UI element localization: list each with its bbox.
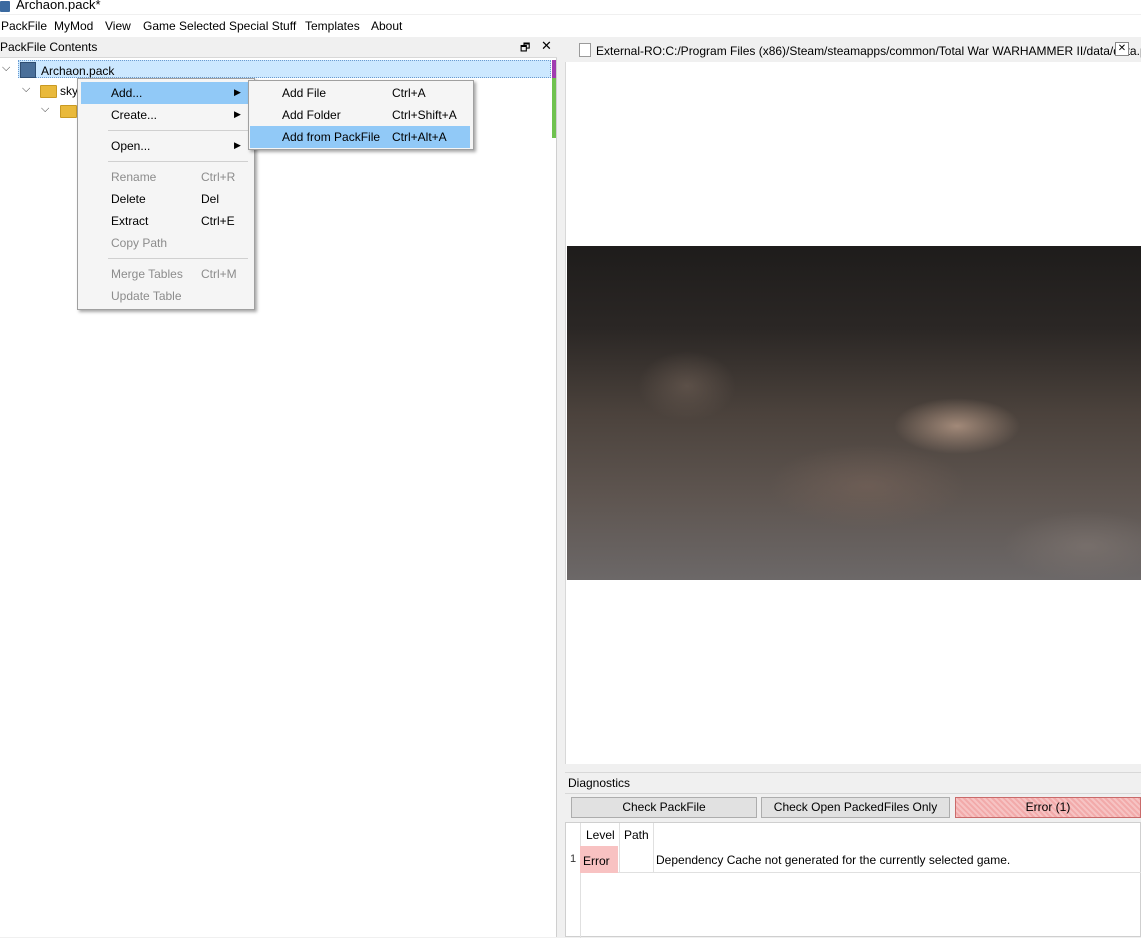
diagnostics-title: Diagnostics bbox=[568, 776, 631, 790]
pack-icon bbox=[20, 62, 36, 78]
submenu-arrow-icon: ▶ bbox=[234, 140, 241, 150]
ctx-merge-tables: Merge Tables Ctrl+M bbox=[111, 267, 237, 281]
diagnostics-header: Diagnostics bbox=[565, 772, 1141, 794]
sub-add-file[interactable]: Add File Ctrl+A bbox=[250, 82, 470, 104]
menu-bar: PackFile MyMod View Game Selected Specia… bbox=[0, 15, 1141, 37]
sky-texture-image bbox=[567, 246, 1141, 580]
row-number: 1 bbox=[570, 853, 577, 865]
context-menu: Add... ▶ Create... ▶ Open... ▶ Rename Ct… bbox=[77, 78, 255, 310]
separator bbox=[108, 130, 248, 131]
separator bbox=[108, 161, 248, 162]
ctx-rename: Rename Ctrl+R bbox=[111, 170, 236, 184]
level-cell[interactable]: Error bbox=[580, 846, 618, 873]
app-icon bbox=[0, 1, 10, 12]
submenu-arrow-icon: ▶ bbox=[234, 87, 241, 97]
separator bbox=[108, 258, 248, 259]
message-cell[interactable]: Dependency Cache not generated for the c… bbox=[656, 853, 1010, 867]
check-open-packedfiles-button[interactable]: Check Open PackedFiles Only bbox=[761, 797, 950, 818]
sub-add-folder[interactable]: Add Folder Ctrl+Shift+A bbox=[250, 104, 470, 126]
tree-child-label[interactable]: sky bbox=[60, 84, 78, 98]
menu-packfile[interactable]: PackFile bbox=[1, 19, 47, 33]
menu-game-selected[interactable]: Game Selected bbox=[143, 19, 226, 33]
folder-icon bbox=[40, 85, 57, 98]
tree-root-label[interactable]: Archaon.pack bbox=[41, 64, 114, 78]
chevron-down-icon[interactable]: ⌵ bbox=[2, 62, 10, 75]
ctx-delete[interactable]: Delete Del bbox=[81, 188, 251, 210]
ctx-copy-path: Copy Path bbox=[111, 236, 168, 250]
scroll-marker bbox=[552, 78, 556, 138]
panel-title: PackFile Contents bbox=[0, 40, 98, 54]
ctx-update-table: Update Table bbox=[111, 289, 182, 303]
ctx-extract[interactable]: Extract Ctrl+E bbox=[81, 210, 251, 232]
error-filter-button[interactable]: Error (1) bbox=[955, 797, 1141, 818]
column-header-path[interactable]: Path bbox=[624, 828, 649, 842]
scroll-marker bbox=[552, 60, 556, 78]
menu-view[interactable]: View bbox=[105, 19, 131, 33]
title-bar: Archaon.pack* bbox=[0, 0, 1141, 14]
ctx-create[interactable]: Create... ▶ bbox=[81, 104, 251, 126]
menu-mymod[interactable]: MyMod bbox=[54, 19, 93, 33]
close-icon[interactable]: ✕ bbox=[1115, 42, 1129, 56]
diagnostics-table[interactable]: Level Path 1 Error Dependency Cache not … bbox=[565, 822, 1141, 938]
menu-about[interactable]: About bbox=[371, 19, 402, 33]
ctx-open[interactable]: Open... ▶ bbox=[81, 135, 251, 157]
file-icon bbox=[579, 43, 591, 57]
column-header-level[interactable]: Level bbox=[586, 828, 615, 842]
window-title: Archaon.pack* bbox=[16, 0, 101, 12]
chevron-down-icon[interactable]: ⌵ bbox=[41, 103, 49, 116]
tab-label: External-RO:C:/Program Files (x86)/Steam… bbox=[596, 44, 1141, 58]
submenu-arrow-icon: ▶ bbox=[234, 109, 241, 119]
chevron-down-icon[interactable]: ⌵ bbox=[22, 83, 30, 96]
menu-special-stuff[interactable]: Special Stuff bbox=[229, 19, 296, 33]
ctx-add[interactable]: Add... ▶ bbox=[81, 82, 251, 104]
add-submenu: Add File Ctrl+A Add Folder Ctrl+Shift+A … bbox=[248, 80, 474, 150]
float-icon[interactable]: 🗗 bbox=[520, 39, 530, 58]
sub-add-from-packfile[interactable]: Add from PackFile Ctrl+Alt+A bbox=[250, 126, 470, 148]
external-file-tab[interactable]: External-RO:C:/Program Files (x86)/Steam… bbox=[567, 40, 1141, 62]
check-packfile-button[interactable]: Check PackFile bbox=[571, 797, 757, 818]
menu-templates[interactable]: Templates bbox=[305, 19, 360, 33]
folder-icon bbox=[60, 105, 77, 118]
packfile-contents-header: PackFile Contents 🗗 ✕ bbox=[0, 37, 557, 58]
close-icon[interactable]: ✕ bbox=[541, 38, 552, 54]
